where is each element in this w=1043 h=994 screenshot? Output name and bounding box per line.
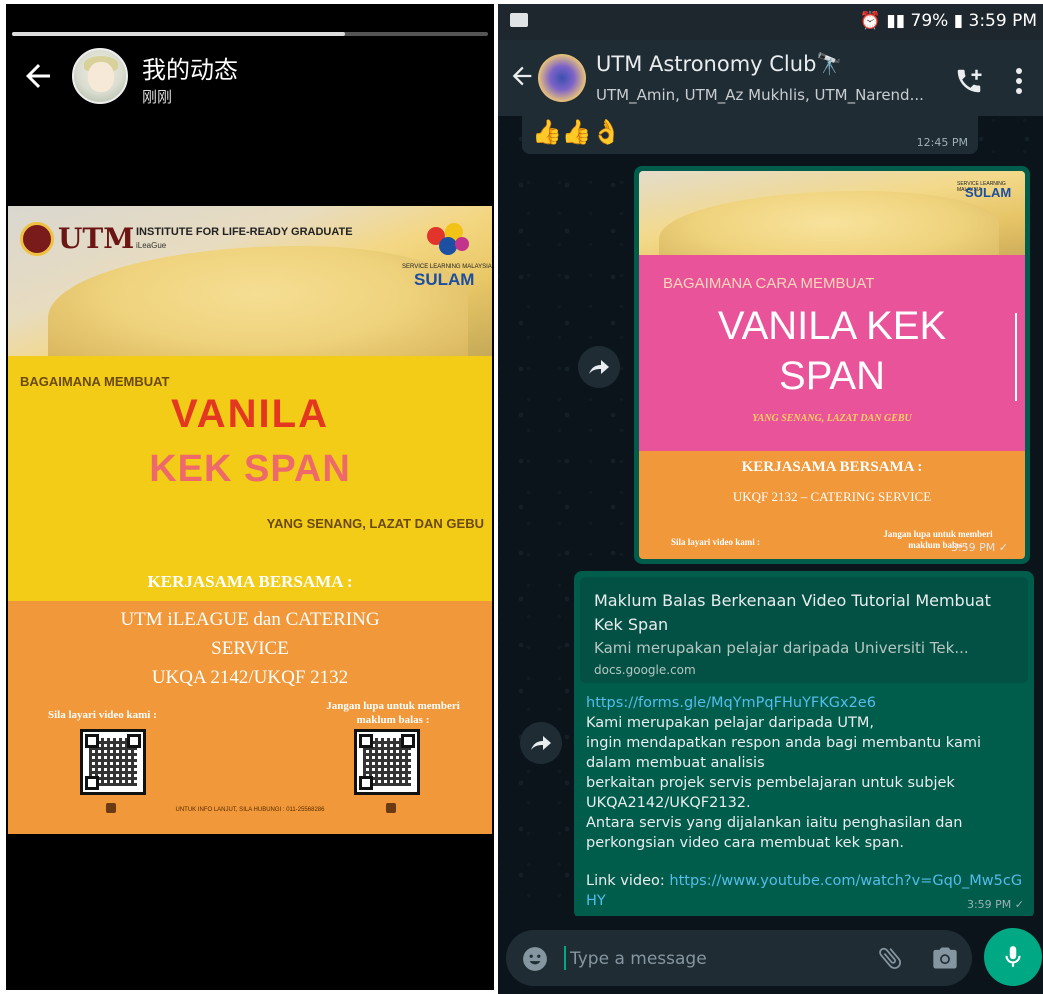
chat-participants[interactable]: UTM_Amin, UTM_Az Mukhlis, UTM_Narend... bbox=[596, 86, 924, 104]
image-sila: Sila layari video kami : bbox=[671, 537, 761, 547]
poster-orange-panel: UTM iLEAGUE dan CATERING SERVICE UKQA 21… bbox=[8, 601, 492, 834]
back-arrow-icon[interactable] bbox=[508, 62, 536, 90]
emoji-reaction: 👍👍👌 bbox=[532, 118, 622, 146]
message-input[interactable] bbox=[570, 946, 870, 972]
image-kerjasama: KERJASAMA BERSAMA : bbox=[741, 459, 923, 475]
message-body: https://forms.gle/MqYmPqFHuYFKGx2e6 Kami… bbox=[586, 693, 1026, 911]
story-owner-title: 我的动态 bbox=[142, 56, 238, 84]
message-list[interactable]: 👍👍👌 12:45 PM SERVICE LEARNING MALAYSIA S… bbox=[498, 116, 1043, 919]
battery-percent: 79% bbox=[910, 11, 949, 31]
sulam-logo-icon bbox=[427, 223, 469, 255]
message-bubble-image[interactable]: SERVICE LEARNING MALAYSIA SULAM BAGAIMAN… bbox=[634, 166, 1030, 564]
message-time-text: 3:59 PM bbox=[950, 541, 996, 554]
message-line: Antara servis yang dijalankan iaitu peng… bbox=[586, 815, 963, 851]
poster-collab-line1: UTM iLEAGUE dan CATERING bbox=[120, 609, 380, 630]
camera-icon[interactable] bbox=[930, 944, 960, 972]
poster-footer: UNTUK INFO LANJUT, SILA HUBUNGI : 011-25… bbox=[175, 807, 325, 813]
signal-icon: ▮▮ bbox=[886, 11, 906, 31]
message-line: berkaitan projek servis pembelajaran unt… bbox=[586, 775, 955, 811]
story-timestamp: 刚刚 bbox=[142, 88, 173, 106]
chat-header: UTM Astronomy Club🔭 UTM_Amin, UTM_Az Muk… bbox=[498, 40, 1043, 116]
image-title-line1: VANILA KEK bbox=[717, 304, 947, 348]
poster-collab-line3: UKQA 2142/UKQF 2132 bbox=[151, 667, 349, 688]
story-viewer: 我的动态 刚刚 UTM INSTITUTE FOR LIFE-READY GRA… bbox=[6, 4, 494, 990]
poster-vanila: VANILA bbox=[171, 392, 329, 436]
message-bubble-link[interactable]: Maklum Balas Berkenaan Video Tutorial Me… bbox=[574, 571, 1034, 919]
feedback-qr-code-icon bbox=[354, 729, 420, 795]
microphone-icon bbox=[1005, 946, 1021, 967]
poster-yellow-panel: BAGAIMANA MEMBUAT VANILA KEK SPAN YANG S… bbox=[8, 356, 492, 601]
forward-icon[interactable] bbox=[578, 346, 620, 388]
poster-sulam: SULAM bbox=[414, 270, 475, 289]
chat-title[interactable]: UTM Astronomy Club🔭 bbox=[596, 52, 843, 77]
link-preview-card[interactable]: Maklum Balas Berkenaan Video Tutorial Me… bbox=[580, 577, 1028, 683]
poster-utm-logo-text: UTM bbox=[58, 222, 135, 255]
forward-icon[interactable] bbox=[520, 722, 562, 764]
check-icon: ✓ bbox=[998, 541, 1008, 554]
message-composer[interactable] bbox=[506, 930, 972, 986]
poster-kerjasama: KERJASAMA BERSAMA : bbox=[147, 572, 353, 591]
message-notification-icon bbox=[510, 13, 528, 27]
poster-bagaimana: BAGAIMANA MEMBUAT bbox=[20, 374, 170, 389]
back-arrow-icon[interactable] bbox=[20, 58, 56, 94]
image-sulam: SULAM bbox=[965, 185, 1012, 200]
story-poster-image: UTM INSTITUTE FOR LIFE-READY GRADUATE iL… bbox=[8, 206, 492, 834]
poster-collab-line2: SERVICE bbox=[211, 638, 289, 659]
poster-jangan: Jangan lupa untuk memberi maklum balas : bbox=[326, 700, 460, 726]
text-cursor bbox=[1015, 313, 1017, 401]
poster-collab: UTM iLEAGUE dan CATERING SERVICE UKQA 21… bbox=[8, 605, 492, 692]
check-icon: ✓ bbox=[1014, 898, 1024, 911]
poster-header: UTM INSTITUTE FOR LIFE-READY GRADUATE iL… bbox=[8, 206, 492, 366]
image-title: VANILA KEK SPAN bbox=[639, 301, 1025, 401]
battery-icon: ▮ bbox=[953, 11, 964, 31]
paperclip-icon[interactable] bbox=[876, 944, 904, 972]
message-time: 3:59 PM ✓ bbox=[967, 898, 1024, 911]
image-header: SERVICE LEARNING MALAYSIA SULAM bbox=[639, 171, 1025, 271]
image-pink-panel: BAGAIMANA CARA MEMBUAT VANILA KEK SPAN Y… bbox=[639, 255, 1025, 451]
group-avatar[interactable] bbox=[538, 54, 586, 102]
utm-crest-icon bbox=[20, 222, 54, 256]
status-bar-right: ⏰ ▮▮ 79% ▮ 3:59 PM bbox=[860, 11, 1037, 31]
poster-institute: INSTITUTE FOR LIFE-READY GRADUATE bbox=[136, 226, 353, 238]
poster-kek-span: KEK SPAN bbox=[149, 448, 351, 490]
message-bubble-emoji[interactable]: 👍👍👌 12:45 PM bbox=[522, 116, 978, 154]
whatsapp-chat-screen: ⏰ ▮▮ 79% ▮ 3:59 PM UTM Astronomy Club🔭 U… bbox=[498, 4, 1043, 994]
link-preview-description: Kami merupakan pelajar daripada Universi… bbox=[594, 639, 969, 657]
composer-bar bbox=[498, 916, 1043, 994]
emoji-icon[interactable] bbox=[522, 946, 548, 972]
add-call-icon[interactable] bbox=[954, 66, 984, 96]
video-label: Link video: bbox=[586, 873, 670, 889]
video-qr-code-icon bbox=[80, 729, 146, 795]
image-tagline: YANG SENANG, LAZAT DAN GEBU bbox=[752, 413, 912, 424]
voice-message-button[interactable] bbox=[984, 928, 1042, 986]
clock: 3:59 PM bbox=[968, 11, 1038, 31]
link-preview-title: Maklum Balas Berkenaan Video Tutorial Me… bbox=[594, 591, 991, 634]
video-line: Link video: https://www.youtube.com/watc… bbox=[586, 871, 1026, 911]
message-time: 3:59 PM ✓ bbox=[951, 541, 1008, 554]
status-bar: ⏰ ▮▮ 79% ▮ 3:59 PM bbox=[498, 4, 1043, 40]
link-preview-domain: docs.google.com bbox=[594, 663, 696, 677]
input-caret bbox=[564, 946, 566, 970]
poster-ileague: iLeaGue bbox=[136, 241, 167, 250]
avatar[interactable] bbox=[72, 48, 128, 104]
forms-link[interactable]: https://forms.gle/MqYmPqFHuYFKGx2e6 bbox=[586, 693, 1026, 713]
message-line: Kami merupakan pelajar daripada UTM, bbox=[586, 715, 874, 731]
poster-tagline: YANG SENANG, LAZAT DAN GEBU bbox=[266, 516, 484, 531]
poster-image[interactable]: SERVICE LEARNING MALAYSIA SULAM BAGAIMAN… bbox=[639, 171, 1025, 559]
alarm-icon: ⏰ bbox=[859, 11, 881, 31]
image-title-line2: SPAN bbox=[779, 354, 885, 398]
message-time-text: 3:59 PM bbox=[966, 898, 1012, 911]
story-progress-fill bbox=[12, 32, 346, 36]
poster-sila: Sila layari video kami : bbox=[48, 709, 157, 721]
image-bagaimana: BAGAIMANA CARA MEMBUAT bbox=[663, 275, 875, 292]
message-line: ingin mendapatkan respon anda bagi memba… bbox=[586, 735, 981, 771]
more-options-icon[interactable] bbox=[1014, 66, 1024, 96]
image-ukq: UKQF 2132 – CATERING SERVICE bbox=[732, 489, 932, 504]
story-progress-bar bbox=[12, 32, 488, 36]
message-time: 12:45 PM bbox=[916, 136, 968, 149]
